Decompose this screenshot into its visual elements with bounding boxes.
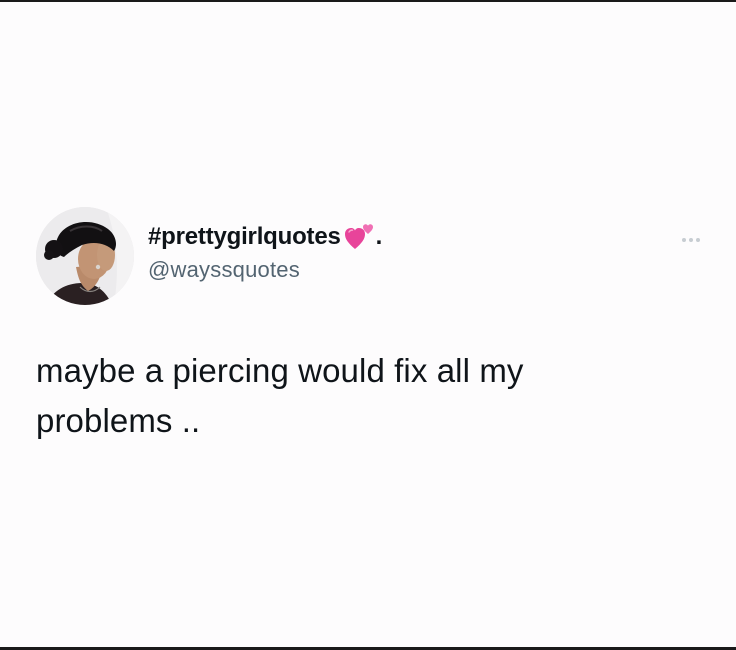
display-name-row[interactable]: #prettygirlquotes .	[148, 221, 382, 253]
tweet-text-line: problems ..	[36, 402, 201, 439]
more-dot-icon	[682, 238, 686, 242]
revolving-hearts-icon	[344, 223, 374, 251]
tweet-header: #prettygirlquotes . @wayssquotes	[36, 207, 706, 307]
tweet-text: maybe a piercing would fix all my proble…	[36, 346, 696, 446]
more-dot-icon	[696, 238, 700, 242]
avatar[interactable]	[36, 207, 134, 305]
display-name-suffix: .	[375, 223, 383, 250]
top-edge-line	[0, 0, 736, 2]
more-dot-icon	[689, 238, 693, 242]
user-handle[interactable]: @wayssquotes	[148, 257, 382, 283]
more-options-button[interactable]	[676, 233, 706, 247]
avatar-photo	[36, 207, 134, 305]
display-name[interactable]: #prettygirlquotes	[148, 223, 341, 251]
tweet-text-line: maybe a piercing would fix all my	[36, 352, 524, 389]
user-names: #prettygirlquotes . @wayssquotes	[148, 221, 382, 283]
